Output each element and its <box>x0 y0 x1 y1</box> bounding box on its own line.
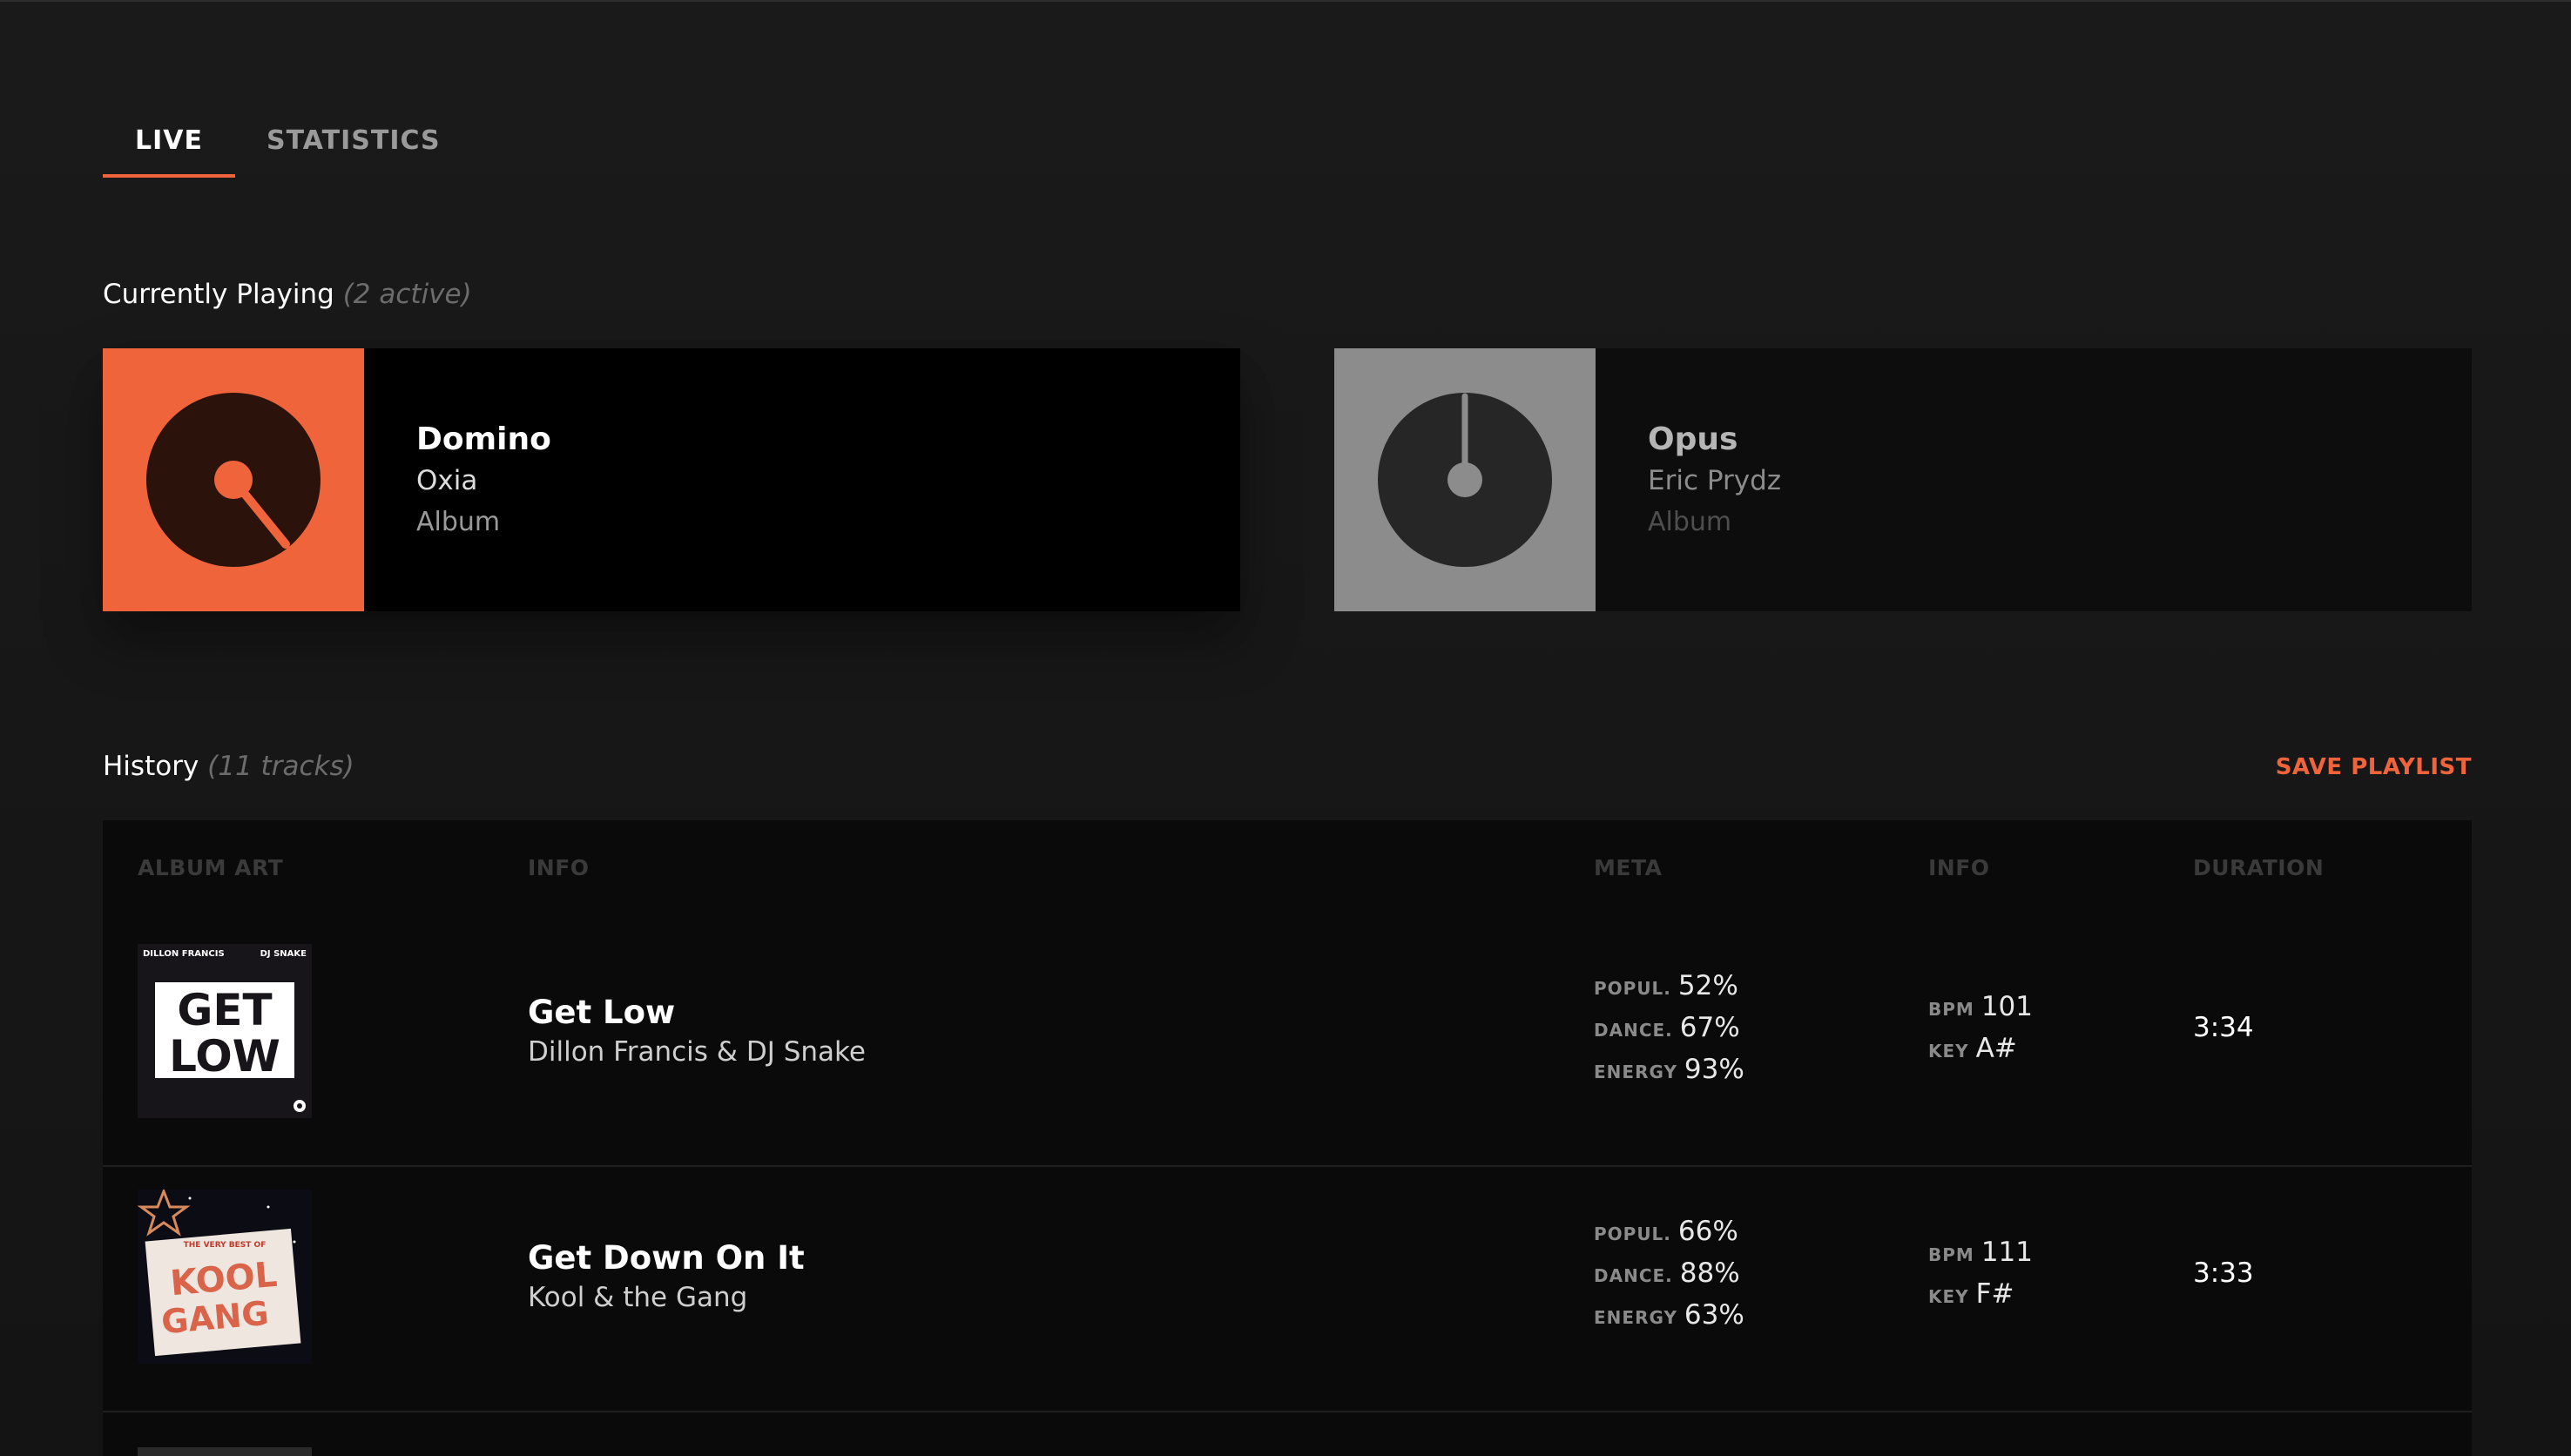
turntable-icon <box>146 393 321 567</box>
idle-deck-artist: Eric Prydz <box>1648 465 1782 496</box>
currently-playing-heading: Currently Playing (2 active) <box>103 279 472 310</box>
idle-deck-title: Opus <box>1648 421 1738 457</box>
track-title: Get Low <box>528 994 676 1031</box>
bpm-stat: BPM 101 <box>1928 991 2033 1022</box>
table-row[interactable]: THE VERY BEST OF KOOL GANG Get Down On I… <box>103 1167 2472 1412</box>
kool-gang-cover: THE VERY BEST OF KOOL GANG <box>137 1187 312 1364</box>
track-title: Get Down On It <box>528 1239 805 1277</box>
danceability-stat: DANCE. 67% <box>1594 1012 1740 1043</box>
energy-stat: ENERGY 93% <box>1594 1054 1744 1085</box>
now-playing-title: Domino <box>416 421 551 457</box>
track-meta: POPUL. 52% DANCE. 67% ENERGY 93% <box>1594 965 1744 1090</box>
history-heading: History (11 tracks) <box>103 751 354 782</box>
cover-line1: GET <box>177 985 272 1035</box>
idle-deck-album: Album <box>1648 507 1732 537</box>
track-artist: Kool & the Gang <box>528 1282 748 1313</box>
track-tempo-key: BPM 111 KEY F# <box>1928 1231 2033 1315</box>
now-playing-album: Album <box>416 507 501 537</box>
column-header-info: INFO <box>528 855 590 880</box>
track-artist: Dillon Francis & DJ Snake <box>528 1036 866 1068</box>
cover-top: THE VERY BEST OF <box>184 1241 267 1250</box>
idle-deck-meta: Opus Eric Prydz Album <box>1596 348 1781 611</box>
get-low-cover: DILLON FRANCIS DJ SNAKE GET LOW <box>138 944 312 1118</box>
turntable-art <box>103 348 364 611</box>
column-header-album-art: ALBUM ART <box>138 855 284 880</box>
track-duration: 3:33 <box>2193 1257 2254 1289</box>
album-art-thumbnail <box>138 1447 312 1456</box>
history-table: ALBUM ART INFO META INFO DURATION DILLON… <box>103 820 2472 1456</box>
table-row-partial[interactable] <box>103 1412 2472 1456</box>
tab-statistics[interactable]: STATISTICS <box>235 108 440 178</box>
tab-bar: LIVE STATISTICS <box>103 108 440 178</box>
currently-playing-title: Currently Playing <box>103 279 334 310</box>
column-header-duration: DURATION <box>2193 855 2325 880</box>
app-window: LIVE STATISTICS Currently Playing (2 act… <box>0 0 2571 1456</box>
energy-stat: ENERGY 63% <box>1594 1299 1744 1331</box>
table-header: ALBUM ART INFO META INFO DURATION <box>103 820 2472 921</box>
album-art-thumbnail: DILLON FRANCIS DJ SNAKE GET LOW <box>138 944 312 1118</box>
cover-artist-right: DJ SNAKE <box>260 949 307 959</box>
save-playlist-button[interactable]: SAVE PLAYLIST <box>2276 754 2472 780</box>
history-count: (11 tracks) <box>207 751 354 782</box>
popularity-stat: POPUL. 66% <box>1594 1216 1738 1247</box>
idle-deck-card[interactable]: Opus Eric Prydz Album <box>1334 348 2472 611</box>
track-meta: POPUL. 66% DANCE. 88% ENERGY 63% <box>1594 1210 1744 1336</box>
album-art-thumbnail: THE VERY BEST OF KOOL GANG <box>137 1187 312 1364</box>
track-info: Get Down On It Kool & the Gang <box>528 1238 805 1317</box>
currently-playing-count: (2 active) <box>342 279 472 310</box>
column-header-info-2: INFO <box>1928 855 1990 880</box>
tab-live[interactable]: LIVE <box>103 108 235 178</box>
popularity-stat: POPUL. 52% <box>1594 970 1738 1001</box>
track-tempo-key: BPM 101 KEY A# <box>1928 986 2033 1069</box>
turntable-art-idle <box>1334 348 1596 611</box>
column-header-meta: META <box>1594 855 1663 880</box>
history-title: History <box>103 751 199 782</box>
cover-artist-left: DILLON FRANCIS <box>143 949 225 959</box>
now-playing-artist: Oxia <box>416 465 478 496</box>
key-stat: KEY F# <box>1928 1278 2014 1310</box>
track-info: Get Low Dillon Francis & DJ Snake <box>528 993 866 1071</box>
bpm-stat: BPM 111 <box>1928 1237 2033 1268</box>
track-duration: 3:34 <box>2193 1012 2254 1043</box>
key-stat: KEY A# <box>1928 1033 2017 1064</box>
now-playing-meta: Domino Oxia Album <box>364 348 551 611</box>
danceability-stat: DANCE. 88% <box>1594 1257 1740 1289</box>
table-row[interactable]: DILLON FRANCIS DJ SNAKE GET LOW Get Low … <box>103 921 2472 1167</box>
turntable-idle-icon <box>1378 393 1552 567</box>
cover-line2: LOW <box>169 1031 280 1082</box>
now-playing-card[interactable]: Domino Oxia Album <box>103 348 1240 611</box>
